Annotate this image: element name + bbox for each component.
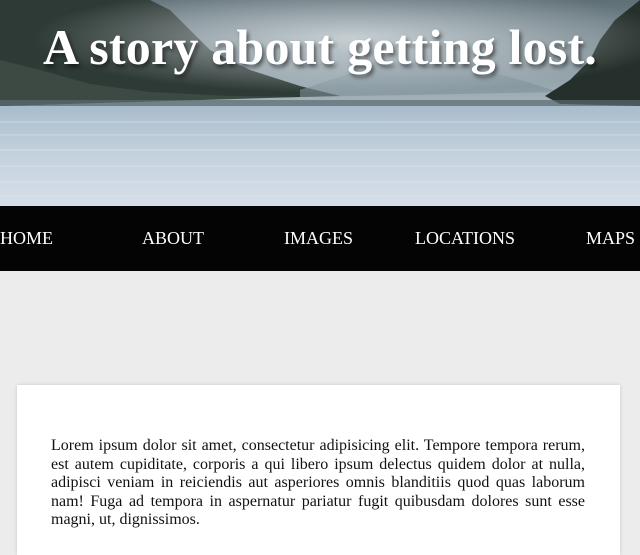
main-navbar: HOME ABOUT IMAGES LOCATIONS MAPS: [0, 206, 640, 271]
nav-maps-link[interactable]: MAPS: [586, 206, 635, 271]
nav-about-link[interactable]: ABOUT: [142, 206, 204, 271]
nav-home-link[interactable]: HOME: [0, 206, 53, 271]
hero-banner: A story about getting lost.: [0, 0, 640, 206]
nav-images-link[interactable]: IMAGES: [284, 206, 353, 271]
article-paragraph: Lorem ipsum dolor sit amet, consectetur …: [51, 437, 585, 528]
nav-locations-link[interactable]: LOCATIONS: [415, 206, 515, 271]
hero-title: A story about getting lost.: [42, 19, 597, 75]
content-card: Lorem ipsum dolor sit amet, consectetur …: [17, 385, 620, 555]
